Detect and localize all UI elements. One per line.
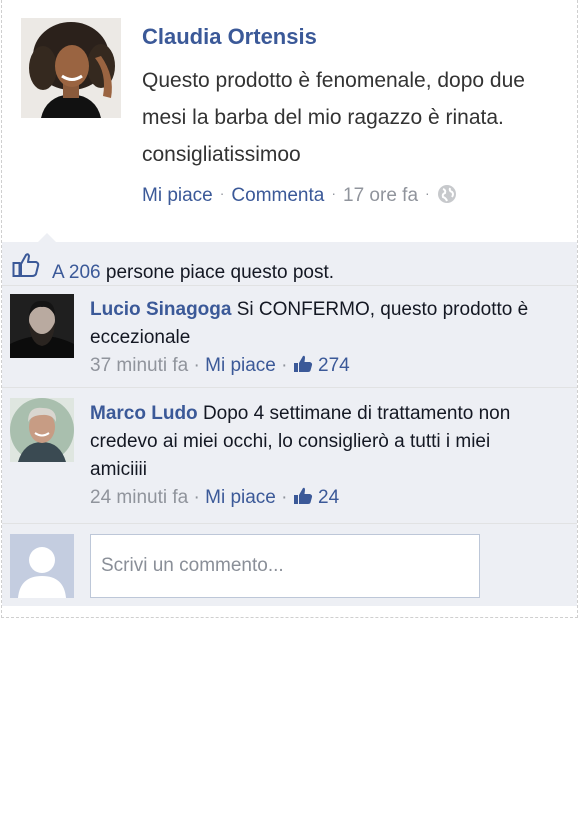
post-comment-link[interactable]: Commenta bbox=[231, 185, 324, 206]
commenter-avatar[interactable] bbox=[10, 398, 74, 462]
likes-prefix[interactable]: A bbox=[52, 262, 64, 283]
separator-dot: · bbox=[425, 185, 430, 201]
comment-item: Lucio Sinagoga Si CONFERMO, questo prodo… bbox=[90, 296, 540, 382]
post-timestamp[interactable]: 17 ore fa bbox=[343, 185, 418, 206]
globe-icon bbox=[437, 184, 457, 210]
thumbs-up-icon bbox=[12, 252, 40, 284]
comment-meta: 37 minuti fa · Mi piace · 274 bbox=[90, 352, 540, 382]
post-author-name[interactable]: Claudia Ortensis bbox=[142, 24, 317, 50]
divider bbox=[2, 387, 577, 388]
thumbs-up-icon bbox=[293, 486, 313, 514]
comment-timestamp[interactable]: 24 minuti fa bbox=[90, 487, 188, 508]
comment-like-link[interactable]: Mi piace bbox=[205, 487, 276, 508]
comment-timestamp[interactable]: 37 minuti fa bbox=[90, 355, 188, 376]
divider bbox=[2, 523, 577, 524]
comment-input[interactable] bbox=[90, 534, 480, 598]
comments-pointer bbox=[38, 233, 56, 242]
commenter-avatar[interactable] bbox=[10, 294, 74, 358]
likes-text: A 206 persone piace questo post. bbox=[52, 262, 334, 284]
divider bbox=[2, 285, 577, 286]
comment-author[interactable]: Marco Ludo bbox=[90, 403, 198, 424]
comment-like-link[interactable]: Mi piace bbox=[205, 355, 276, 376]
default-user-avatar bbox=[10, 534, 74, 598]
comment-like-count[interactable]: 274 bbox=[318, 355, 350, 376]
post-author-avatar[interactable] bbox=[21, 18, 121, 118]
likes-suffix: persone piace questo post. bbox=[105, 262, 335, 283]
likes-count[interactable]: 206 bbox=[69, 262, 101, 283]
comment-item: Marco Ludo Dopo 4 settimane di trattamen… bbox=[90, 400, 540, 514]
post-actions: Mi piace · Commenta · 17 ore fa · bbox=[142, 184, 457, 210]
post-text: Questo prodotto è fenomenale, dopo due m… bbox=[142, 69, 525, 166]
comment-author[interactable]: Lucio Sinagoga bbox=[90, 299, 231, 320]
separator-dot: · bbox=[331, 185, 337, 201]
comment-meta: 24 minuti fa · Mi piace · 24 bbox=[90, 484, 540, 514]
thumbs-up-icon bbox=[293, 354, 313, 382]
separator-dot: · bbox=[219, 185, 225, 201]
post-like-link[interactable]: Mi piace bbox=[142, 185, 213, 206]
comment-like-count[interactable]: 24 bbox=[318, 487, 339, 508]
